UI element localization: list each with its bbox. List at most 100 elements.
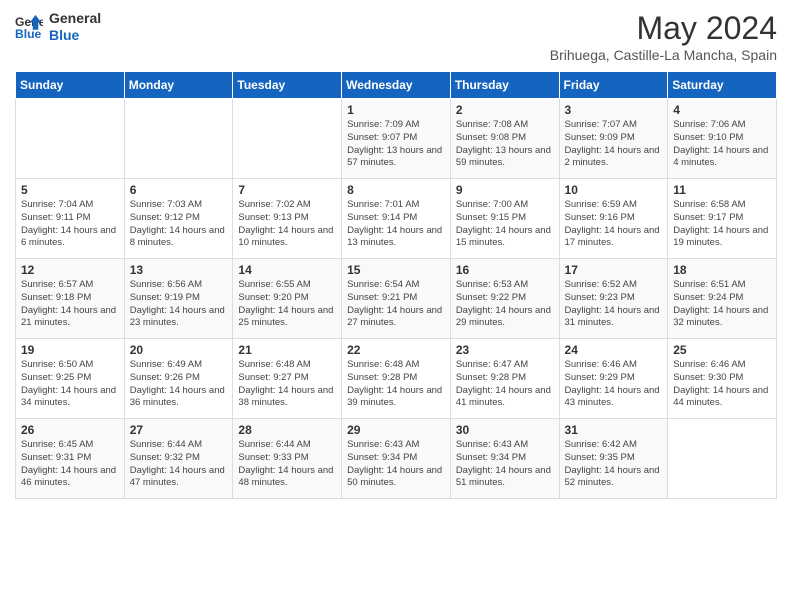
calendar-cell: 7 Sunrise: 7:02 AM Sunset: 9:13 PM Daylig… [233,179,342,259]
calendar-cell: 10 Sunrise: 6:59 AM Sunset: 9:16 PM Dayli… [559,179,668,259]
day-number: 17 [565,263,663,277]
calendar-cell: 11 Sunrise: 6:58 AM Sunset: 9:17 PM Dayli… [668,179,777,259]
cell-info: Sunrise: 7:08 AM Sunset: 9:08 PM Dayligh… [456,119,554,170]
calendar-cell: 22 Sunrise: 6:48 AM Sunset: 9:28 PM Dayli… [342,339,451,419]
cell-info: Sunrise: 6:45 AM Sunset: 9:31 PM Dayligh… [21,439,119,490]
day-number: 29 [347,423,445,437]
cell-info: Sunrise: 6:42 AM Sunset: 9:35 PM Dayligh… [565,439,663,490]
title-block: May 2024 Brihuega, Castille-La Mancha, S… [550,10,777,63]
day-of-week-header: Saturday [668,72,777,99]
day-number: 14 [238,263,336,277]
day-of-week-header: Monday [124,72,233,99]
calendar-cell: 17 Sunrise: 6:52 AM Sunset: 9:23 PM Dayli… [559,259,668,339]
day-number: 27 [130,423,228,437]
cell-info: Sunrise: 6:48 AM Sunset: 9:27 PM Dayligh… [238,359,336,410]
cell-info: Sunrise: 6:51 AM Sunset: 9:24 PM Dayligh… [673,279,771,330]
cell-info: Sunrise: 6:56 AM Sunset: 9:19 PM Dayligh… [130,279,228,330]
logo-line1: General [49,10,101,27]
calendar-cell: 6 Sunrise: 7:03 AM Sunset: 9:12 PM Daylig… [124,179,233,259]
cell-info: Sunrise: 7:02 AM Sunset: 9:13 PM Dayligh… [238,199,336,250]
calendar-cell [668,419,777,499]
calendar-cell: 25Sunrise: 6:46 AM Sunset: 9:30 PM Dayli… [668,339,777,419]
calendar-cell: 19 Sunrise: 6:50 AM Sunset: 9:25 PM Dayli… [16,339,125,419]
cell-info: Sunrise: 6:46 AM Sunset: 9:30 PM Dayligh… [673,359,771,410]
calendar-cell: 24 Sunrise: 6:46 AM Sunset: 9:29 PM Dayli… [559,339,668,419]
day-number: 9 [456,183,554,197]
calendar-cell: 21 Sunrise: 6:48 AM Sunset: 9:27 PM Dayli… [233,339,342,419]
day-number: 30 [456,423,554,437]
day-number: 4 [673,103,771,117]
cell-info: Sunrise: 6:43 AM Sunset: 9:34 PM Dayligh… [456,439,554,490]
page-header: General Blue General Blue May 2024 Brihu… [15,10,777,63]
cell-info: Sunrise: 6:59 AM Sunset: 9:16 PM Dayligh… [565,199,663,250]
day-number: 6 [130,183,228,197]
cell-info: Sunrise: 6:57 AM Sunset: 9:18 PM Dayligh… [21,279,119,330]
cell-info: Sunrise: 7:09 AM Sunset: 9:07 PM Dayligh… [347,119,445,170]
day-number: 19 [21,343,119,357]
cell-info: Sunrise: 6:49 AM Sunset: 9:26 PM Dayligh… [130,359,228,410]
day-number: 7 [238,183,336,197]
day-number: 23 [456,343,554,357]
calendar-cell: 27 Sunrise: 6:44 AM Sunset: 9:32 PM Dayli… [124,419,233,499]
day-number: 20 [130,343,228,357]
calendar-cell: 14 Sunrise: 6:55 AM Sunset: 9:20 PM Dayli… [233,259,342,339]
cell-info: Sunrise: 6:48 AM Sunset: 9:28 PM Dayligh… [347,359,445,410]
day-number: 8 [347,183,445,197]
cell-info: Sunrise: 7:01 AM Sunset: 9:14 PM Dayligh… [347,199,445,250]
calendar-cell: 3 Sunrise: 7:07 AM Sunset: 9:09 PM Daylig… [559,99,668,179]
calendar-cell [233,99,342,179]
day-number: 13 [130,263,228,277]
day-number: 18 [673,263,771,277]
cell-info: Sunrise: 6:52 AM Sunset: 9:23 PM Dayligh… [565,279,663,330]
day-number: 10 [565,183,663,197]
calendar-cell: 26 Sunrise: 6:45 AM Sunset: 9:31 PM Dayli… [16,419,125,499]
day-number: 21 [238,343,336,357]
day-number: 22 [347,343,445,357]
calendar-week-row: 26 Sunrise: 6:45 AM Sunset: 9:31 PM Dayli… [16,419,777,499]
cell-info: Sunrise: 6:44 AM Sunset: 9:33 PM Dayligh… [238,439,336,490]
calendar-cell: 20 Sunrise: 6:49 AM Sunset: 9:26 PM Dayli… [124,339,233,419]
calendar-cell [16,99,125,179]
calendar-cell: 18 Sunrise: 6:51 AM Sunset: 9:24 PM Dayli… [668,259,777,339]
day-of-week-header: Tuesday [233,72,342,99]
day-number: 11 [673,183,771,197]
calendar-cell: 29Sunrise: 6:43 AM Sunset: 9:34 PM Dayli… [342,419,451,499]
logo-line2: Blue [49,27,101,44]
day-number: 3 [565,103,663,117]
cell-info: Sunrise: 6:50 AM Sunset: 9:25 PM Dayligh… [21,359,119,410]
calendar-cell: 2 Sunrise: 7:08 AM Sunset: 9:08 PM Daylig… [450,99,559,179]
day-number: 28 [238,423,336,437]
day-number: 2 [456,103,554,117]
calendar-week-row: 5Sunrise: 7:04 AM Sunset: 9:11 PM Daylig… [16,179,777,259]
calendar-cell: 28 Sunrise: 6:44 AM Sunset: 9:33 PM Dayli… [233,419,342,499]
cell-info: Sunrise: 7:06 AM Sunset: 9:10 PM Dayligh… [673,119,771,170]
calendar-cell: 13 Sunrise: 6:56 AM Sunset: 9:19 PM Dayli… [124,259,233,339]
calendar-cell: 31 Sunrise: 6:42 AM Sunset: 9:35 PM Dayli… [559,419,668,499]
calendar-header-row: SundayMondayTuesdayWednesdayThursdayFrid… [16,72,777,99]
location-subtitle: Brihuega, Castille-La Mancha, Spain [550,47,777,63]
day-number: 26 [21,423,119,437]
calendar-cell: 12 Sunrise: 6:57 AM Sunset: 9:18 PM Dayli… [16,259,125,339]
calendar-cell: 15Sunrise: 6:54 AM Sunset: 9:21 PM Dayli… [342,259,451,339]
cell-info: Sunrise: 6:55 AM Sunset: 9:20 PM Dayligh… [238,279,336,330]
cell-info: Sunrise: 6:47 AM Sunset: 9:28 PM Dayligh… [456,359,554,410]
cell-info: Sunrise: 7:00 AM Sunset: 9:15 PM Dayligh… [456,199,554,250]
calendar-cell [124,99,233,179]
cell-info: Sunrise: 7:03 AM Sunset: 9:12 PM Dayligh… [130,199,228,250]
calendar-week-row: 1Sunrise: 7:09 AM Sunset: 9:07 PM Daylig… [16,99,777,179]
cell-info: Sunrise: 6:58 AM Sunset: 9:17 PM Dayligh… [673,199,771,250]
cell-info: Sunrise: 7:07 AM Sunset: 9:09 PM Dayligh… [565,119,663,170]
day-number: 12 [21,263,119,277]
day-number: 16 [456,263,554,277]
day-number: 31 [565,423,663,437]
cell-info: Sunrise: 6:44 AM Sunset: 9:32 PM Dayligh… [130,439,228,490]
calendar-week-row: 12 Sunrise: 6:57 AM Sunset: 9:18 PM Dayli… [16,259,777,339]
day-of-week-header: Sunday [16,72,125,99]
cell-info: Sunrise: 6:54 AM Sunset: 9:21 PM Dayligh… [347,279,445,330]
cell-info: Sunrise: 7:04 AM Sunset: 9:11 PM Dayligh… [21,199,119,250]
cell-info: Sunrise: 6:53 AM Sunset: 9:22 PM Dayligh… [456,279,554,330]
cell-info: Sunrise: 6:46 AM Sunset: 9:29 PM Dayligh… [565,359,663,410]
day-number: 24 [565,343,663,357]
calendar-cell: 23 Sunrise: 6:47 AM Sunset: 9:28 PM Dayli… [450,339,559,419]
calendar-week-row: 19 Sunrise: 6:50 AM Sunset: 9:25 PM Dayli… [16,339,777,419]
